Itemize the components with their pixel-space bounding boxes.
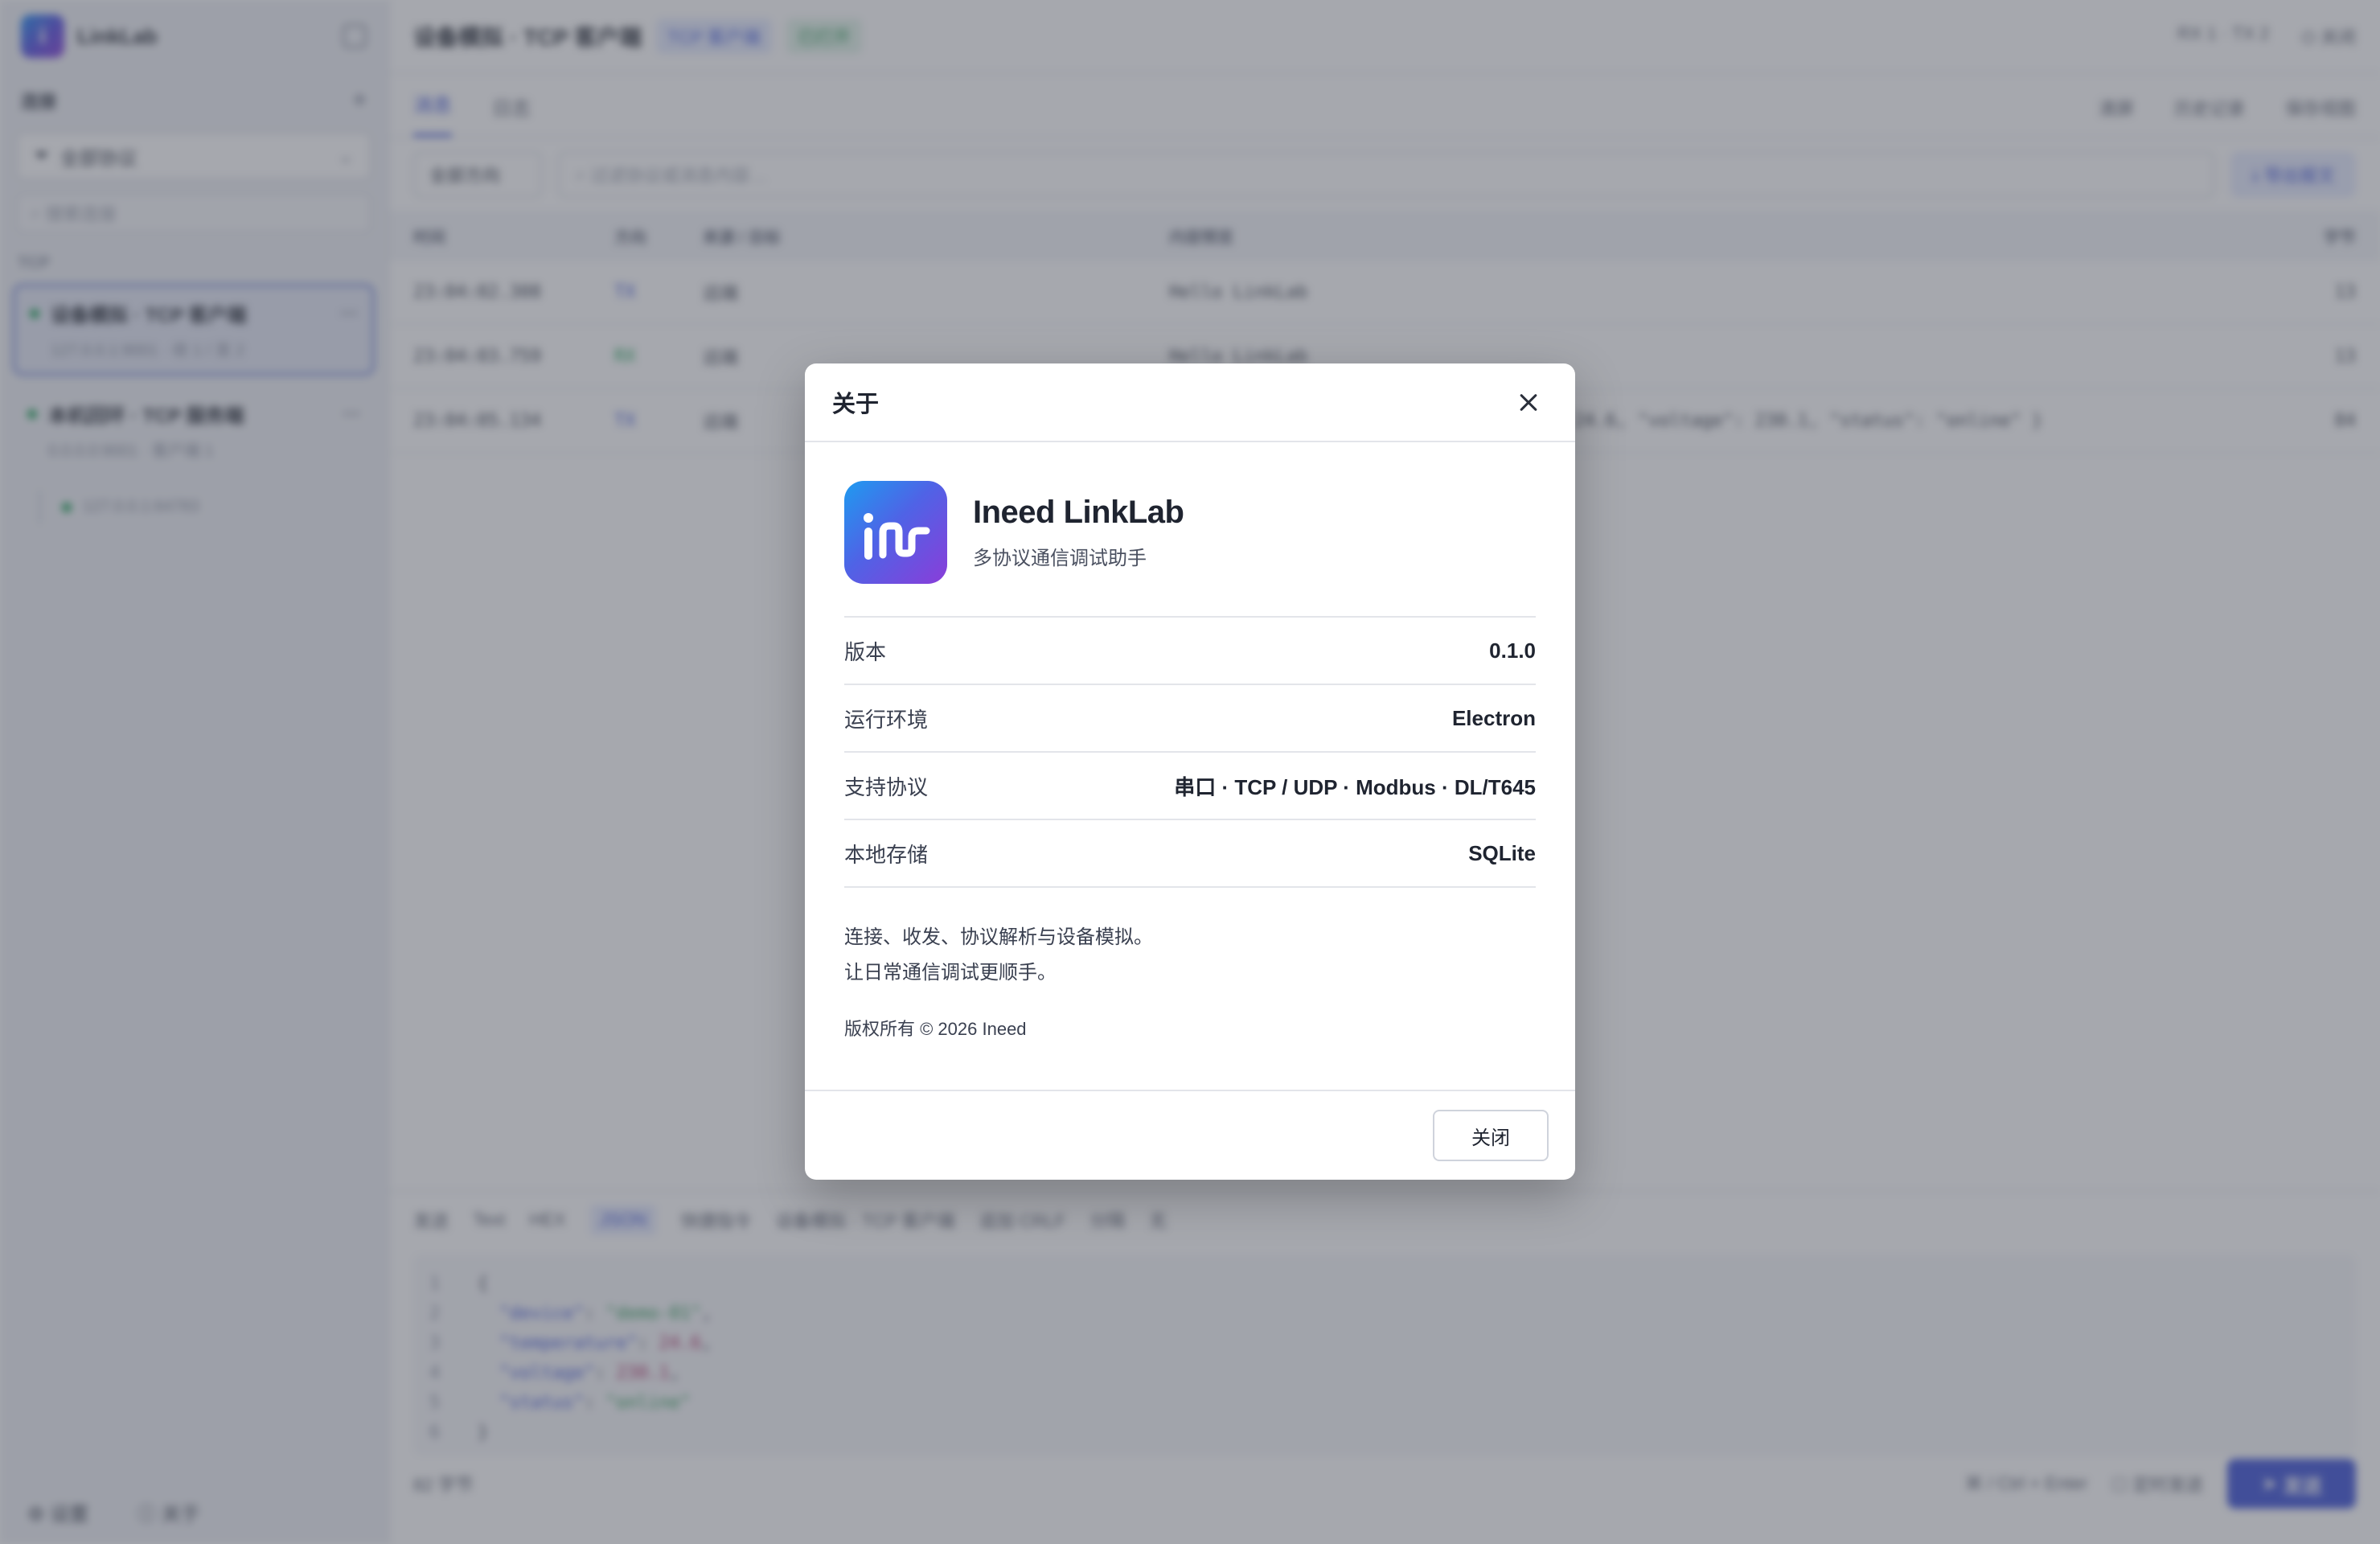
close-button[interactable]: 关闭 bbox=[1433, 1110, 1549, 1161]
app-brand: Ineed LinkLab 多协议通信调试助手 bbox=[844, 481, 1536, 584]
dialog-footer: 关闭 bbox=[805, 1090, 1575, 1180]
description-line: 让日常通信调试更顺手。 bbox=[844, 962, 1057, 983]
about-dialog: 关于 Ineed LinkLab 多协议通信调试助手 版本 0.1.0 运行环境… bbox=[805, 363, 1575, 1180]
app-description: 连接、收发、协议解析与设备模拟。 让日常通信调试更顺手。 bbox=[844, 920, 1536, 991]
info-key: 本地存储 bbox=[844, 842, 929, 867]
info-row-storage: 本地存储 SQLite bbox=[844, 820, 1536, 888]
info-value: 0.1.0 bbox=[1489, 638, 1536, 663]
dialog-title: 关于 bbox=[832, 392, 880, 417]
info-key: 运行环境 bbox=[844, 707, 929, 732]
close-icon[interactable] bbox=[1509, 383, 1548, 421]
info-row-version: 版本 0.1.0 bbox=[844, 618, 1536, 685]
copyright-text: 版权所有 © 2026 Ineed bbox=[844, 1019, 1027, 1039]
dialog-body: Ineed LinkLab 多协议通信调试助手 版本 0.1.0 运行环境 El… bbox=[805, 442, 1575, 1041]
info-row-protocols: 支持协议 串口 · TCP / UDP · Modbus · DL/T645 bbox=[844, 753, 1536, 820]
info-key: 版本 bbox=[844, 639, 887, 664]
info-key: 支持协议 bbox=[844, 774, 929, 799]
dialog-header: 关于 bbox=[805, 363, 1575, 442]
info-value: 串口 · TCP / UDP · Modbus · DL/T645 bbox=[1174, 774, 1536, 799]
app-full-name: Ineed LinkLab bbox=[973, 495, 1184, 530]
info-row-runtime: 运行环境 Electron bbox=[844, 685, 1536, 753]
info-value: SQLite bbox=[1468, 840, 1536, 865]
app-logo-icon bbox=[844, 481, 947, 584]
info-value: Electron bbox=[1451, 705, 1536, 730]
app-subtitle: 多协议通信调试助手 bbox=[973, 548, 1147, 569]
info-table: 版本 0.1.0 运行环境 Electron 支持协议 串口 · TCP / U… bbox=[844, 616, 1536, 888]
description-line: 连接、收发、协议解析与设备模拟。 bbox=[844, 926, 1153, 948]
logo-glyph-icon bbox=[864, 513, 930, 560]
